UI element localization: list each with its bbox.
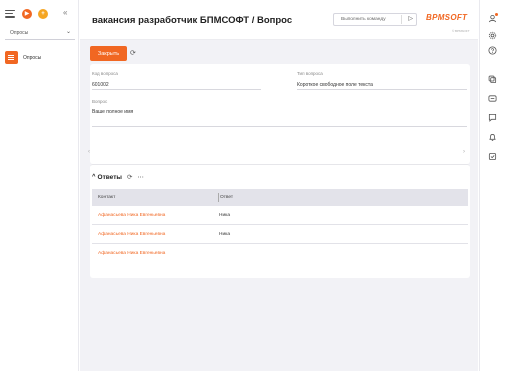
answers-detail: ^ Ответы ⟳ ⋯ Контакт Ответ Афанасьева Ни… — [90, 164, 470, 278]
scroll-right-icon[interactable]: › — [463, 149, 465, 155]
section-select[interactable]: Опросы ⌄ — [5, 27, 75, 40]
question-label: Вопрос — [92, 99, 108, 104]
logo-subtitle: © BPMSOFT — [452, 29, 470, 33]
logo: BPMSOFT — [426, 13, 468, 22]
table-row[interactable]: Афанасьева Ника Евгеньевна Ника — [92, 225, 468, 244]
run-command-icon[interactable]: ▷ — [408, 15, 413, 22]
chevron-up-icon[interactable]: ^ — [92, 174, 96, 180]
contact-link[interactable]: Афанасьева Ника Евгеньевна — [98, 232, 165, 237]
refresh-icon[interactable]: ⟳ — [127, 173, 132, 181]
email-icon[interactable] — [486, 92, 499, 105]
sidebar-item-label: Опросы — [23, 54, 42, 61]
table-row[interactable]: Афанасьева Ника Евгеньевна — [92, 244, 468, 263]
right-rail — [479, 0, 505, 371]
more-icon[interactable]: ⋯ — [137, 173, 144, 181]
column-contact[interactable]: Контакт — [98, 195, 115, 200]
type-label: Тип вопроса — [297, 71, 323, 76]
divider — [401, 15, 402, 24]
sidebar-toolbar: ▶ + « — [0, 0, 79, 26]
answers-title: Ответы — [97, 173, 122, 181]
divider — [92, 89, 261, 90]
notification-dot — [495, 13, 498, 16]
code-field[interactable]: 601002 — [92, 82, 109, 88]
answer-cell: Ника — [219, 213, 231, 218]
page-header: вакансия разработчик БПМСОФТ / Вопрос Вы… — [80, 0, 478, 40]
chat-icon[interactable] — [486, 111, 499, 124]
divider — [92, 126, 467, 127]
list-icon — [5, 51, 18, 64]
bell-icon[interactable] — [486, 131, 499, 144]
main-content: вакансия разработчик БПМСОФТ / Вопрос Вы… — [80, 0, 478, 371]
section-select-value: Опросы — [10, 30, 29, 36]
add-icon[interactable]: + — [38, 9, 48, 19]
contact-link[interactable]: Афанасьева Ника Евгеньевна — [98, 251, 165, 256]
answers-header: ^ Ответы ⟳ ⋯ — [92, 173, 144, 182]
user-profile-icon[interactable] — [486, 12, 499, 25]
scroll-left-icon[interactable]: ‹ — [88, 149, 90, 155]
grid-column-header: Контакт Ответ — [92, 189, 468, 206]
divider — [297, 89, 467, 90]
question-card: Код вопроса 601002 Тип вопроса Короткое … — [88, 64, 470, 164]
answer-cell: Ника — [219, 232, 231, 237]
chevron-down-icon: ⌄ — [65, 29, 71, 35]
question-field[interactable]: Ваше полное имя — [92, 109, 133, 115]
code-label: Код вопроса — [92, 71, 118, 76]
table-row[interactable]: Афанасьева Ника Евгеньевна Ника — [92, 206, 468, 225]
column-answer[interactable]: Ответ — [220, 195, 233, 200]
type-field[interactable]: Короткое свободное поле текста — [297, 82, 373, 88]
refresh-icon[interactable]: ⟳ — [130, 49, 136, 57]
column-divider[interactable] — [218, 193, 219, 202]
sidebar-item-surveys[interactable]: Опросы — [5, 51, 75, 64]
contact-link[interactable]: Афанасьева Ника Евгеньевна — [98, 213, 165, 218]
collapse-sidebar-icon[interactable]: « — [63, 8, 67, 17]
command-placeholder: Выполнить команду — [341, 17, 386, 22]
tasks-icon[interactable] — [486, 150, 499, 163]
page-title: вакансия разработчик БПМСОФТ / Вопрос — [92, 15, 293, 26]
help-icon[interactable] — [486, 44, 499, 57]
gear-icon[interactable] — [486, 29, 499, 42]
left-sidebar: ▶ + « Опросы ⌄ Опросы — [0, 0, 79, 371]
close-button[interactable]: Закрыть — [90, 46, 127, 61]
play-icon[interactable]: ▶ — [22, 9, 32, 19]
copy-icon[interactable] — [486, 73, 499, 86]
menu-icon[interactable] — [5, 10, 15, 18]
command-input[interactable]: Выполнить команду ▷ — [333, 13, 417, 26]
